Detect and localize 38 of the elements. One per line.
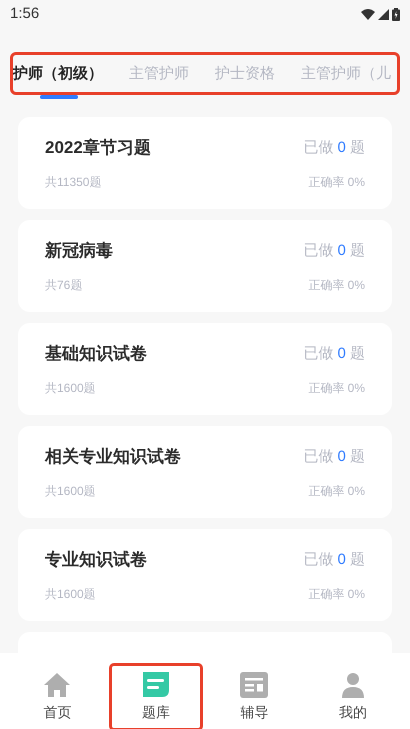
exercise-title: 新冠病毒 (45, 240, 113, 262)
accuracy-rate: 正确率 0% (308, 380, 365, 397)
done-count: 已做 0 题 (303, 446, 365, 467)
exercise-card[interactable]: 基础知识试卷 已做 0 题 共1600题 正确率 0% (18, 323, 392, 415)
exercise-card[interactable]: 新冠病毒 已做 0 题 共76题 正确率 0% (18, 220, 392, 312)
nav-tab[interactable]: 首页 (10, 663, 104, 729)
exercise-title: 2022章节习题 (45, 137, 151, 160)
done-count: 已做 0 题 (303, 550, 365, 570)
exercise-card[interactable]: 专业知识试卷 已做 0 题 共1600题 正确率 0% (18, 529, 392, 621)
question-total: 共76题 (45, 276, 82, 294)
exercise-title: 基础知识试卷 (45, 343, 147, 366)
done-count: 已做 0 题 (303, 240, 365, 261)
accuracy-rate: 正确率 0% (308, 276, 365, 294)
exercise-card[interactable]: 2022章节习题 已做 0 题 共11350题 正确率 0% (18, 117, 392, 209)
wifi-icon (361, 8, 375, 20)
question-total: 共1600题 (45, 586, 96, 603)
accuracy-rate: 正确率 0% (308, 586, 365, 603)
question-total: 共11350题 (45, 174, 102, 191)
accuracy-rate: 正确率 0% (308, 174, 365, 191)
question-total: 共1600题 (45, 380, 96, 397)
nav-tab[interactable]: 我的 (306, 663, 400, 729)
done-count: 已做 0 题 (303, 138, 365, 158)
newspaper-icon (240, 672, 268, 698)
home-icon (43, 672, 72, 698)
document-icon (142, 672, 170, 698)
exercise-title: 专业知识试卷 (45, 549, 147, 572)
accuracy-rate: 正确率 0% (308, 482, 365, 500)
signal-icon (378, 8, 389, 20)
done-count: 已做 0 题 (303, 344, 365, 364)
user-icon (340, 672, 366, 698)
battery-icon (392, 8, 400, 20)
question-total: 共1600题 (45, 482, 96, 500)
exercise-card[interactable]: 相关专业知识试卷 已做 0 题 共1600题 正确率 0% (18, 426, 392, 518)
nav-tab[interactable]: 辅导 (207, 663, 302, 729)
nav-tab[interactable]: 题库 (108, 663, 203, 729)
tab-indicator (40, 95, 78, 99)
exercise-title: 相关专业知识试卷 (45, 446, 181, 468)
status-time: 1:56 (10, 4, 40, 24)
